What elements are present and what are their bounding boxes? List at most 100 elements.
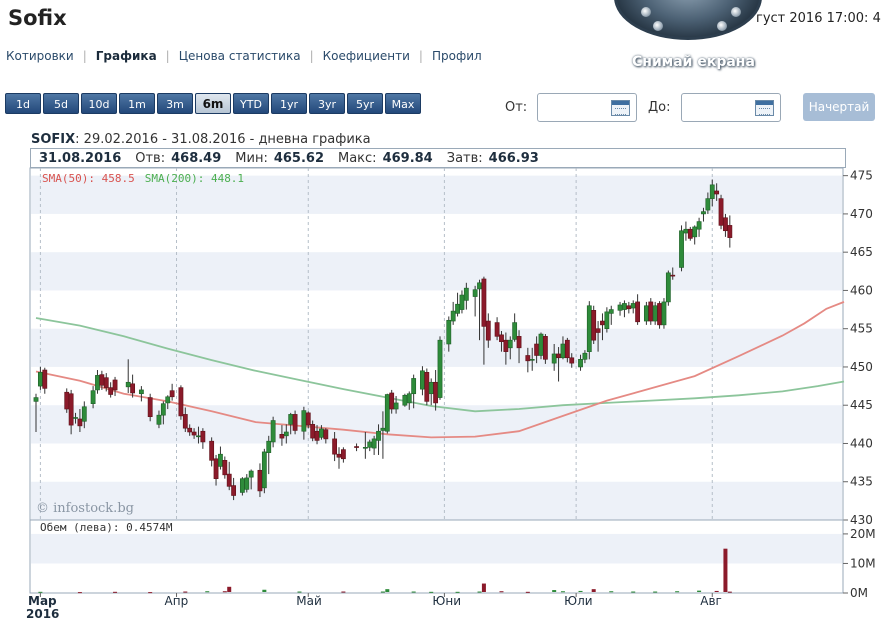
- candle-body: [556, 353, 561, 359]
- candle-body: [156, 414, 162, 425]
- candle-body: [42, 369, 48, 389]
- candle-body: [73, 417, 78, 419]
- candle-body: [696, 221, 702, 230]
- candle-body: [512, 322, 518, 340]
- y-tick-label: 445: [850, 398, 873, 412]
- candle-body: [564, 339, 570, 359]
- candle-body: [420, 370, 425, 390]
- grid-band: [31, 328, 842, 367]
- watermark: © infostock.bg: [36, 501, 134, 516]
- candle-body: [485, 320, 491, 341]
- volume-bar: [341, 591, 346, 593]
- candle-body: [622, 303, 627, 310]
- candle-body: [266, 440, 272, 453]
- candle-body: [182, 414, 188, 429]
- candle-body: [288, 414, 294, 425]
- y-tick-label: 435: [850, 475, 873, 489]
- candle-body: [626, 305, 632, 310]
- candle-body: [617, 304, 623, 311]
- candle-body: [507, 339, 513, 349]
- candle-body: [292, 414, 298, 431]
- candle-body: [450, 310, 456, 322]
- volume-tick-label: 0M: [850, 586, 868, 600]
- candle-body: [90, 390, 96, 404]
- volume-bar: [411, 591, 416, 593]
- candle-body: [103, 377, 109, 388]
- candle-body: [332, 438, 338, 455]
- price-chart[interactable]: 475 470 465 460 455 450 445 440 435 430 SMA(50): 4…: [0, 0, 887, 621]
- candle-body: [310, 424, 316, 439]
- y-tick-label: 470: [850, 207, 873, 221]
- candle-body: [376, 430, 381, 441]
- volume-bar: [113, 591, 118, 593]
- volume-bar: [714, 590, 719, 592]
- candle-body: [560, 343, 566, 359]
- volume-bar: [727, 591, 732, 593]
- volume-bar: [481, 583, 486, 592]
- candle-body: [446, 319, 452, 345]
- candle-body: [591, 310, 597, 341]
- candle-body: [679, 230, 684, 268]
- candle-body: [231, 485, 237, 496]
- volume-bar: [499, 591, 504, 593]
- candle-body: [340, 449, 346, 460]
- volume-bar: [675, 591, 680, 593]
- candle-body: [393, 402, 399, 410]
- candle-body: [723, 217, 728, 232]
- candle-body: [551, 353, 557, 364]
- candle-body: [33, 397, 39, 402]
- candle-body: [687, 228, 693, 239]
- volume-bar: [591, 589, 596, 592]
- candle-body: [709, 184, 715, 199]
- candle-body: [529, 359, 535, 361]
- volume-tick-label: 20M: [850, 527, 876, 541]
- volume-bar: [222, 591, 227, 593]
- candle-body: [604, 311, 610, 329]
- candle-body: [367, 441, 373, 448]
- candle-body: [600, 320, 605, 326]
- candle-body: [661, 301, 667, 326]
- candle-body: [319, 428, 324, 438]
- volume-bar: [525, 591, 530, 593]
- volume-bar: [148, 592, 153, 594]
- candle-body: [305, 412, 311, 426]
- candle-body: [68, 393, 74, 426]
- volume-bar: [38, 591, 43, 593]
- legend-entry: SMA(200): 448.1: [145, 172, 244, 185]
- grid-band: [31, 533, 842, 564]
- y-tick-label: 430: [850, 513, 873, 527]
- candle-body: [95, 375, 100, 391]
- candle-body: [270, 420, 276, 443]
- candle-body: [648, 301, 654, 322]
- volume-bar: [183, 591, 188, 593]
- candle-body: [683, 228, 689, 234]
- candle-body: [494, 322, 500, 337]
- volume-bar: [560, 591, 565, 593]
- volume-bar: [455, 591, 460, 593]
- volume-bar: [297, 591, 302, 593]
- x-tick-label: Мар: [28, 594, 57, 608]
- candle-body: [534, 343, 540, 356]
- x-tick-label: Май: [296, 594, 322, 608]
- y-tick-label: 440: [850, 436, 873, 450]
- candle-body: [209, 440, 215, 461]
- candle-body: [437, 339, 443, 398]
- candle-body: [433, 381, 439, 404]
- candle-body: [389, 392, 395, 410]
- candle-body: [147, 397, 153, 417]
- candle-body: [112, 379, 118, 391]
- candle-body: [582, 352, 588, 360]
- candle-body: [323, 429, 329, 440]
- candle-body: [569, 357, 575, 364]
- candle-body: [455, 303, 460, 314]
- candle-body: [608, 309, 614, 314]
- volume-bar: [385, 589, 390, 592]
- volume-bar: [429, 591, 434, 593]
- volume-bar: [723, 548, 728, 592]
- candle-body: [406, 393, 412, 404]
- volume-bar: [552, 590, 557, 592]
- candle-body: [727, 225, 733, 238]
- candle-body: [459, 294, 465, 310]
- grid-band: [31, 481, 842, 520]
- volume-label: Обем (лева): 0.4574M: [40, 521, 173, 534]
